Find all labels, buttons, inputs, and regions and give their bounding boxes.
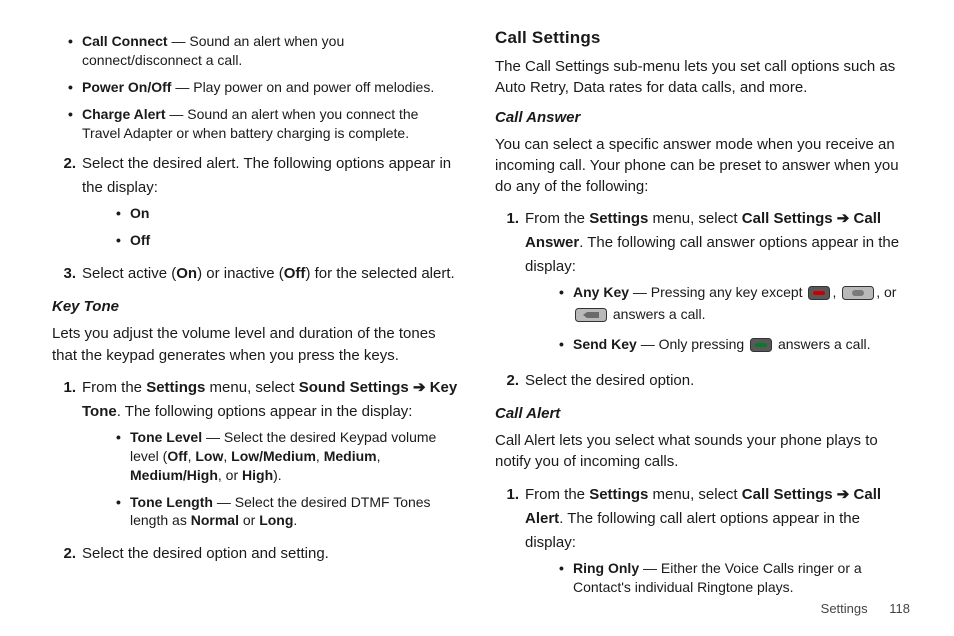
step-1: 1. From the Settings menu, select Call S… xyxy=(495,207,902,357)
alert-type-list: Call Connect — Sound an alert when you c… xyxy=(68,32,459,142)
call-answer-steps: 1. From the Settings menu, select Call S… xyxy=(495,207,902,393)
arrow-icon: ➔ xyxy=(413,379,426,396)
step-marker: 1. xyxy=(495,207,519,231)
footer-section: Settings xyxy=(821,601,868,616)
arrow-icon: ➔ xyxy=(837,486,850,503)
key-tone-intro: Lets you adjust the volume level and dur… xyxy=(52,323,459,366)
arrow-icon: ➔ xyxy=(837,210,850,227)
list-item: Call Connect — Sound an alert when you c… xyxy=(68,32,459,70)
call-settings-heading: Call Settings xyxy=(495,28,902,48)
speaker-key-icon xyxy=(842,286,874,305)
step-text: Select active (On) or inactive (Off) for… xyxy=(82,265,455,282)
page-footer: Settings 118 xyxy=(821,601,910,616)
list-item: Send Key — Only pressing answers a call. xyxy=(559,335,902,357)
step-marker: 2. xyxy=(52,152,76,176)
clear-key-icon xyxy=(575,308,607,327)
step-marker: 1. xyxy=(52,376,76,400)
end-key-icon xyxy=(808,286,830,305)
column-left: Call Connect — Sound an alert when you c… xyxy=(40,28,477,616)
send-key-icon xyxy=(750,338,772,357)
key-tone-heading: Key Tone xyxy=(52,298,459,315)
call-alert-steps: 1. From the Settings menu, select Call S… xyxy=(495,483,902,597)
list-item: Off xyxy=(116,231,459,250)
list-item: Charge Alert — Sound an alert when you c… xyxy=(68,105,459,143)
column-right: Call Settings The Call Settings sub-menu… xyxy=(477,28,914,616)
step-marker: 3. xyxy=(52,262,76,286)
key-tone-options: Tone Level — Select the desired Keypad v… xyxy=(116,428,459,530)
call-alert-heading: Call Alert xyxy=(495,405,902,422)
alert-steps: 2. Select the desired alert. The followi… xyxy=(52,152,459,286)
list-item: Tone Length — Select the desired DTMF To… xyxy=(116,493,459,531)
page: Call Connect — Sound an alert when you c… xyxy=(0,0,954,636)
list-item: Ring Only — Either the Voice Calls ringe… xyxy=(559,559,902,597)
key-tone-steps: 1. From the Settings menu, select Sound … xyxy=(52,376,459,566)
step-marker: 2. xyxy=(52,542,76,566)
list-item: On xyxy=(116,204,459,223)
list-item: Any Key — Pressing any key except , , or… xyxy=(559,283,902,327)
step-text: From the Settings menu, select Call Sett… xyxy=(525,486,881,551)
step-3: 3. Select active (On) or inactive (Off) … xyxy=(52,262,459,286)
call-alert-options: Ring Only — Either the Voice Calls ringe… xyxy=(559,559,902,597)
call-answer-heading: Call Answer xyxy=(495,109,902,126)
list-item: Tone Level — Select the desired Keypad v… xyxy=(116,428,459,485)
footer-page-number: 118 xyxy=(889,601,910,616)
step-marker: 1. xyxy=(495,483,519,507)
step-text: Select the desired option. xyxy=(525,372,694,389)
step-2: 2. Select the desired option and setting… xyxy=(52,542,459,566)
step-text: From the Settings menu, select Call Sett… xyxy=(525,210,899,275)
step-1: 1. From the Settings menu, select Call S… xyxy=(495,483,902,597)
step-marker: 2. xyxy=(495,369,519,393)
list-item: Power On/Off — Play power on and power o… xyxy=(68,78,459,97)
step-text: From the Settings menu, select Sound Set… xyxy=(82,379,457,420)
call-alert-intro: Call Alert lets you select what sounds y… xyxy=(495,430,902,473)
step-text: Select the desired alert. The following … xyxy=(82,155,451,196)
call-answer-intro: You can select a specific answer mode wh… xyxy=(495,134,902,198)
on-off-list: On Off xyxy=(116,204,459,250)
step-2: 2. Select the desired option. xyxy=(495,369,902,393)
step-text: Select the desired option and setting. xyxy=(82,545,329,562)
call-settings-intro: The Call Settings sub-menu lets you set … xyxy=(495,56,902,99)
step-2: 2. Select the desired alert. The followi… xyxy=(52,152,459,250)
step-1: 1. From the Settings menu, select Sound … xyxy=(52,376,459,530)
call-answer-options: Any Key — Pressing any key except , , or… xyxy=(559,283,902,357)
